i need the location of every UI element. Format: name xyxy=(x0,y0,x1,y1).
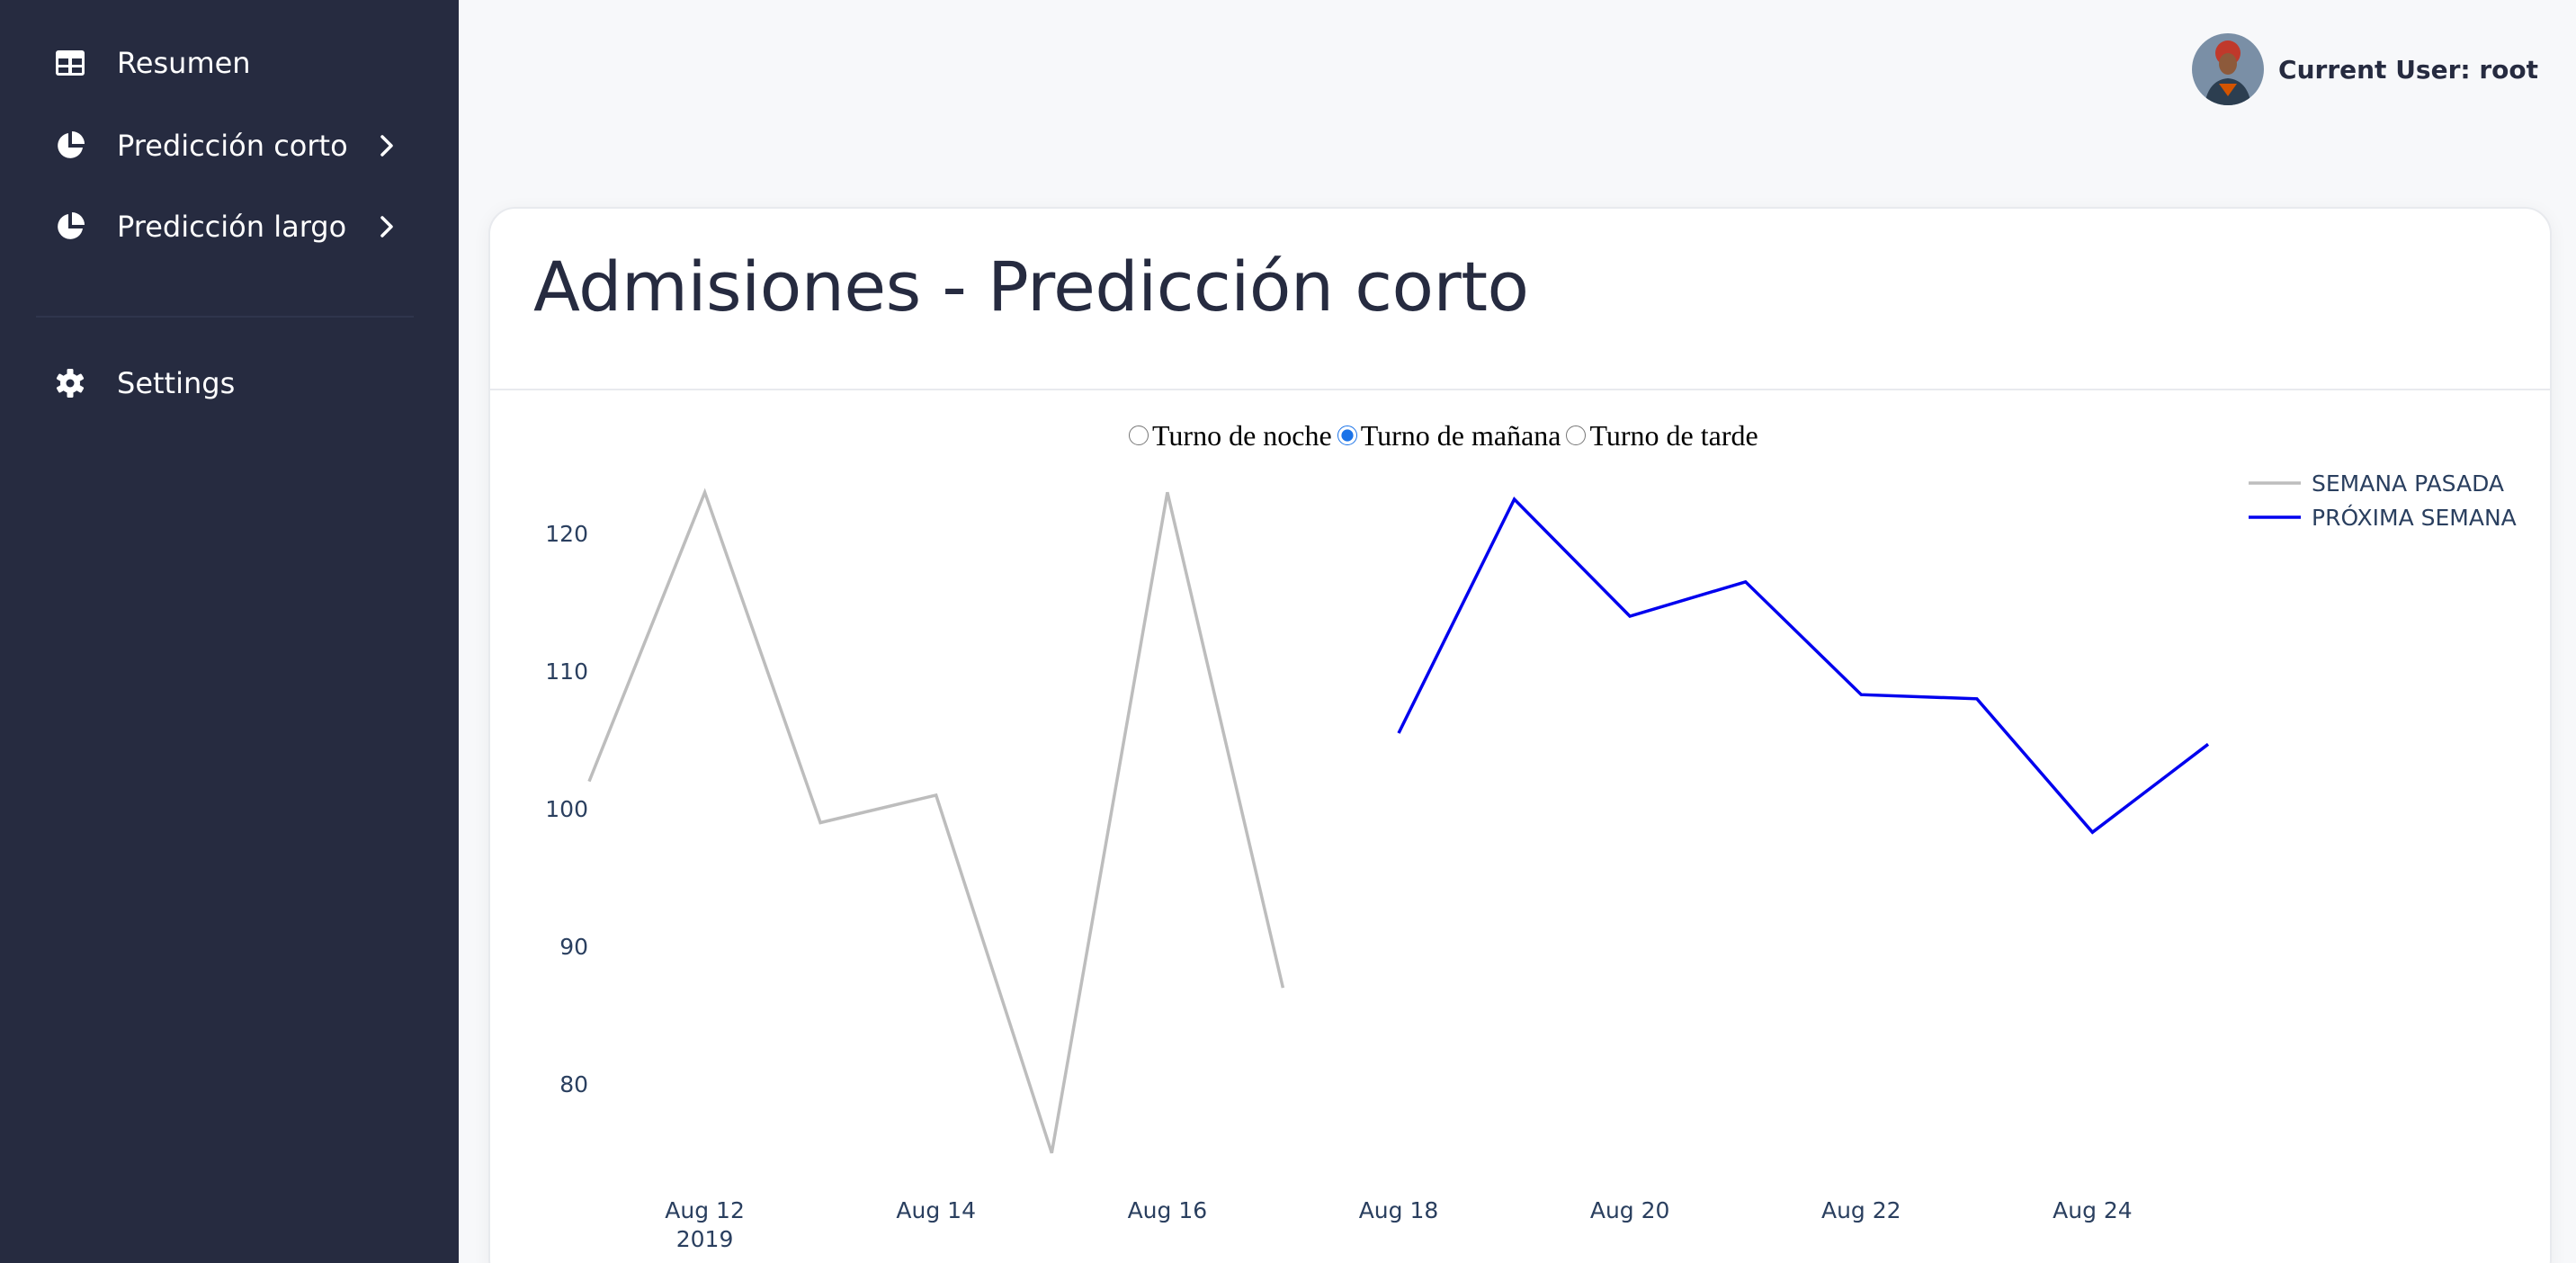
x-tick-label: Aug 24 xyxy=(2053,1197,2133,1223)
y-tick-label: 90 xyxy=(559,934,588,960)
sidebar-item-label: Predicción largo xyxy=(117,210,347,244)
x-tick-label: Aug 22 xyxy=(1821,1197,1901,1223)
pie-chart-icon xyxy=(54,130,86,162)
sidebar-item-prediccion-largo[interactable]: Predicción largo xyxy=(0,191,459,263)
user-menu[interactable]: Current User: root xyxy=(2192,32,2538,106)
gear-icon xyxy=(54,367,86,399)
x-tick-label: Aug 16 xyxy=(1128,1197,1208,1223)
chart-card: Admisiones - Predicción corto Turno de n… xyxy=(488,207,2552,1263)
x-tick-label: Aug 14 xyxy=(896,1197,976,1223)
sidebar-item-settings[interactable]: Settings xyxy=(0,347,459,419)
sidebar: Resumen Predicción corto Predicción larg… xyxy=(0,0,459,1263)
y-tick-label: 120 xyxy=(545,521,588,547)
table-icon xyxy=(54,47,86,79)
series-line-proxima-semana xyxy=(1397,497,2210,835)
legend-label: SEMANA PASADA xyxy=(2312,470,2504,497)
sidebar-item-resumen[interactable]: Resumen xyxy=(0,27,459,99)
sidebar-item-label: Predicción corto xyxy=(117,129,348,163)
y-tick-label: 110 xyxy=(545,658,588,685)
pie-chart-icon xyxy=(54,210,86,243)
current-user-label: Current User: root xyxy=(2278,54,2538,85)
sidebar-item-label: Resumen xyxy=(117,46,251,80)
x-tick-sublabel: 2019 xyxy=(676,1226,734,1252)
sidebar-item-label: Settings xyxy=(117,366,236,400)
sidebar-item-prediccion-corto[interactable]: Predicción corto xyxy=(0,110,459,182)
x-tick-label: Aug 20 xyxy=(1590,1197,1670,1223)
x-tick-label: Aug 12 xyxy=(665,1197,745,1223)
admissions-line-chart: 80 90 100 110 120 Aug 12 2019 Aug 14 Aug 16 Aug 1… xyxy=(545,470,2517,1252)
y-tick-label: 100 xyxy=(545,796,588,822)
y-tick-label: 80 xyxy=(559,1071,588,1097)
sidebar-divider xyxy=(36,316,414,318)
x-tick-label: Aug 18 xyxy=(1359,1197,1439,1223)
chevron-right-icon xyxy=(376,131,398,160)
chevron-right-icon xyxy=(376,212,398,241)
avatar[interactable] xyxy=(2192,33,2265,105)
legend-label: PRÓXIMA SEMANA xyxy=(2312,504,2517,531)
series-line-semana-pasada xyxy=(587,488,1285,1154)
